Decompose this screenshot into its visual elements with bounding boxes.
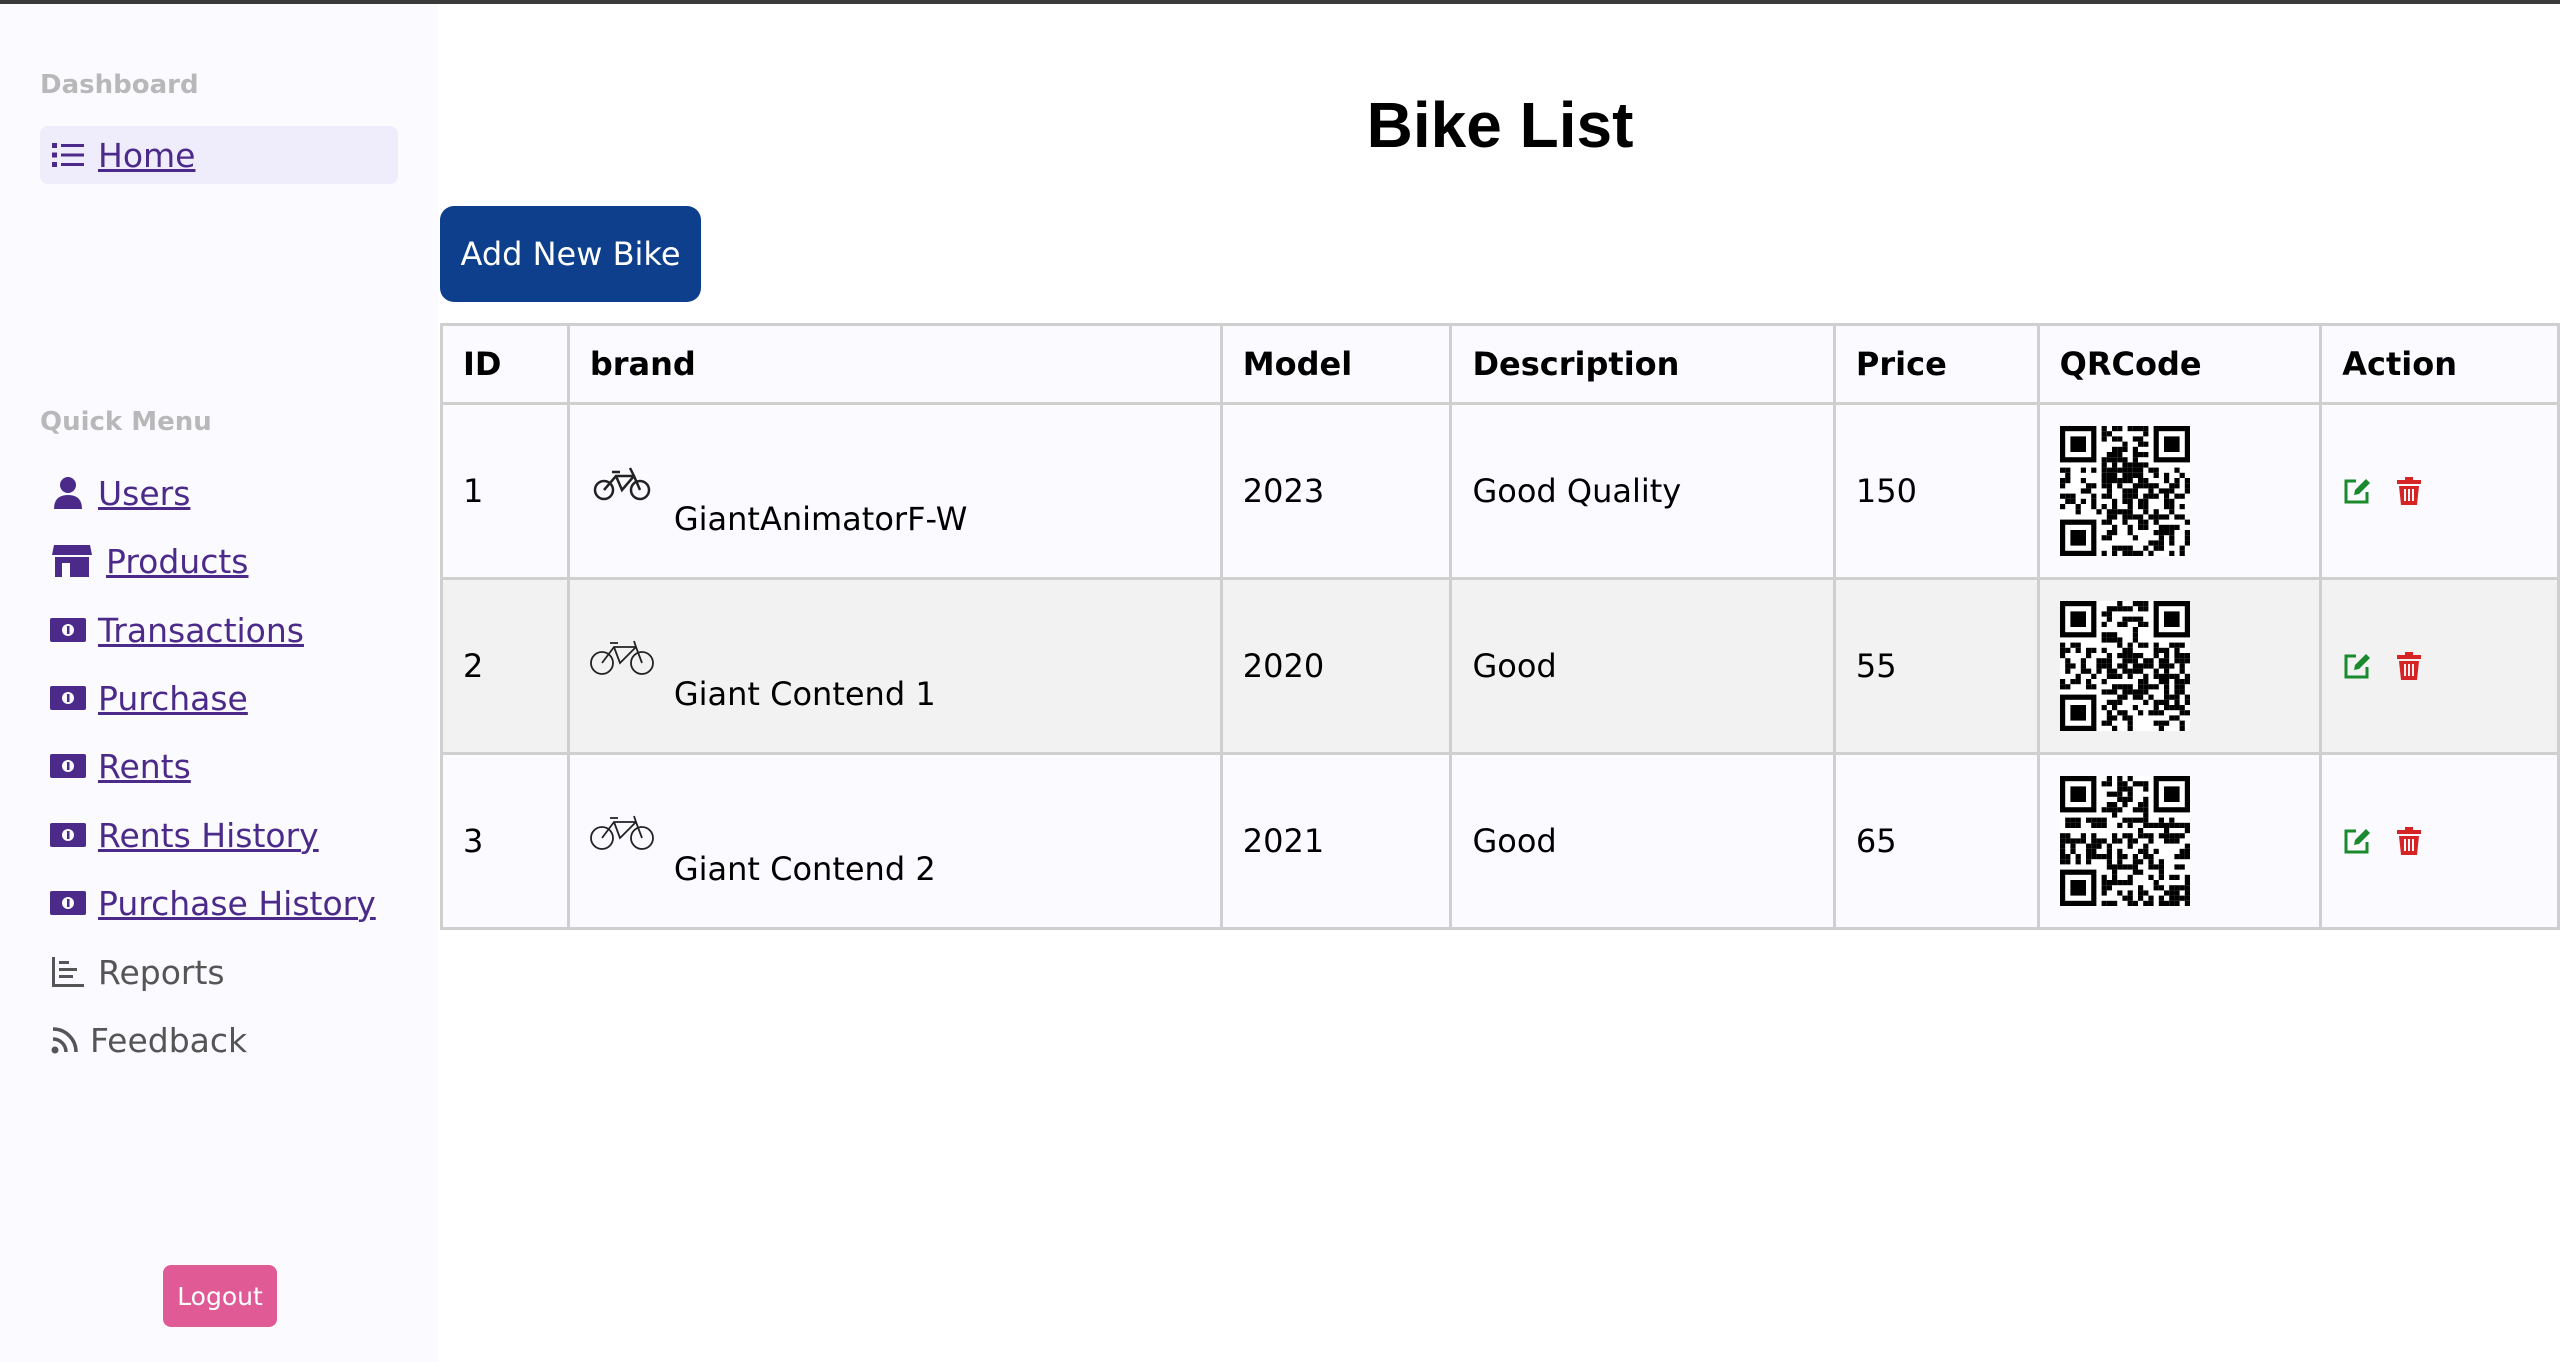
column-header-brand: brand (566, 323, 1223, 405)
sidebar-item-products[interactable]: Products (40, 532, 249, 590)
money-icon (50, 748, 86, 784)
sidebar-item-reports[interactable]: Reports (40, 943, 225, 1001)
bike-image (593, 467, 651, 501)
brand-name: Giant Contend 2 (673, 850, 936, 888)
cell-id: 1 (440, 402, 570, 580)
money-icon (50, 885, 86, 921)
qr-code-image (2059, 426, 2190, 556)
column-header-id: ID (440, 323, 570, 405)
cell-price: 55 (1832, 577, 2040, 755)
column-header-model: Model (1219, 323, 1453, 405)
cell-action (2319, 402, 2560, 580)
page-title: Bike List (1366, 89, 1634, 161)
quick-menu-section-title: Quick Menu (40, 407, 212, 437)
bike-image (589, 815, 654, 850)
qr-code-image (2059, 776, 2190, 906)
column-header-qrcode: QRCode (2036, 323, 2323, 405)
cell-price: 150 (1832, 402, 2040, 580)
qr-code-image (2059, 601, 2190, 731)
sidebar-item-transactions[interactable]: Transactions (40, 601, 304, 659)
edit-icon[interactable] (2342, 476, 2372, 506)
cell-model: 2023 (1219, 402, 1453, 580)
cell-model: 2021 (1219, 752, 1453, 930)
sidebar-item-label: Purchase History (98, 883, 376, 923)
money-icon (50, 680, 86, 716)
cell-brand: Giant Contend 2 (566, 752, 1223, 930)
dashboard-section-title: Dashboard (40, 70, 199, 100)
column-header-action: Action (2319, 323, 2560, 405)
cell-qrcode (2036, 577, 2323, 755)
cell-price: 65 (1832, 752, 2040, 930)
column-header-description: Description (1449, 323, 1836, 405)
sidebar-item-rents[interactable]: Rents (40, 737, 191, 795)
sidebar-item-label: Transactions (98, 610, 304, 650)
table-row: 1 GiantAnimatorF-W 2023 Good Quality 150 (440, 402, 2560, 580)
cell-qrcode (2036, 402, 2323, 580)
sidebar-item-rents-history[interactable]: Rents History (40, 806, 319, 864)
brand-name: Giant Contend 1 (673, 675, 936, 713)
cell-action (2319, 752, 2560, 930)
cell-brand: Giant Contend 1 (566, 577, 1223, 755)
sidebar: Dashboard Home Quick Menu Users Products… (0, 4, 438, 1362)
sidebar-item-purchase-history[interactable]: Purchase History (40, 874, 376, 932)
sidebar-item-label: Home (98, 135, 196, 175)
sidebar-item-label: Purchase (98, 678, 248, 718)
column-header-price: Price (1832, 323, 2040, 405)
edit-icon[interactable] (2342, 826, 2372, 856)
rss-icon (50, 1022, 80, 1058)
sidebar-item-label: Reports (98, 952, 225, 992)
cell-id: 2 (440, 577, 570, 755)
brand-name: GiantAnimatorF-W (673, 500, 968, 538)
delete-icon[interactable] (2394, 651, 2424, 681)
money-icon (50, 817, 86, 853)
sidebar-item-users[interactable]: Users (40, 464, 190, 522)
cell-model: 2020 (1219, 577, 1453, 755)
sidebar-item-label: Products (106, 541, 249, 581)
bike-table: ID brand Model Description Price QRCode … (440, 323, 2560, 930)
sidebar-item-label: Rents (98, 746, 191, 786)
cell-action (2319, 577, 2560, 755)
logout-button[interactable]: Logout (163, 1265, 277, 1327)
sidebar-item-purchase[interactable]: Purchase (40, 669, 248, 727)
store-icon (50, 543, 94, 579)
sidebar-item-home[interactable]: Home (40, 126, 398, 184)
delete-icon[interactable] (2394, 476, 2424, 506)
edit-icon[interactable] (2342, 651, 2372, 681)
user-icon (50, 475, 86, 511)
list-icon (50, 137, 86, 173)
sidebar-item-label: Feedback (90, 1020, 248, 1060)
cell-brand: GiantAnimatorF-W (566, 402, 1223, 580)
sidebar-item-label: Rents History (98, 815, 319, 855)
chart-icon (50, 954, 86, 990)
sidebar-item-feedback[interactable]: Feedback (40, 1011, 247, 1069)
add-new-bike-button[interactable]: Add New Bike (440, 206, 701, 302)
bike-image (589, 640, 654, 675)
sidebar-item-label: Users (98, 473, 191, 513)
cell-id: 3 (440, 752, 570, 930)
cell-description: Good (1449, 752, 1836, 930)
money-icon (50, 612, 86, 648)
delete-icon[interactable] (2394, 826, 2424, 856)
cell-description: Good (1449, 577, 1836, 755)
table-row: 2 Giant Contend 1 2020 Good 55 (440, 577, 2560, 755)
cell-qrcode (2036, 752, 2323, 930)
table-header-row: ID brand Model Description Price QRCode … (440, 323, 2560, 405)
table-row: 3 Giant Contend 2 2021 Good 65 (440, 752, 2560, 930)
cell-description: Good Quality (1449, 402, 1836, 580)
